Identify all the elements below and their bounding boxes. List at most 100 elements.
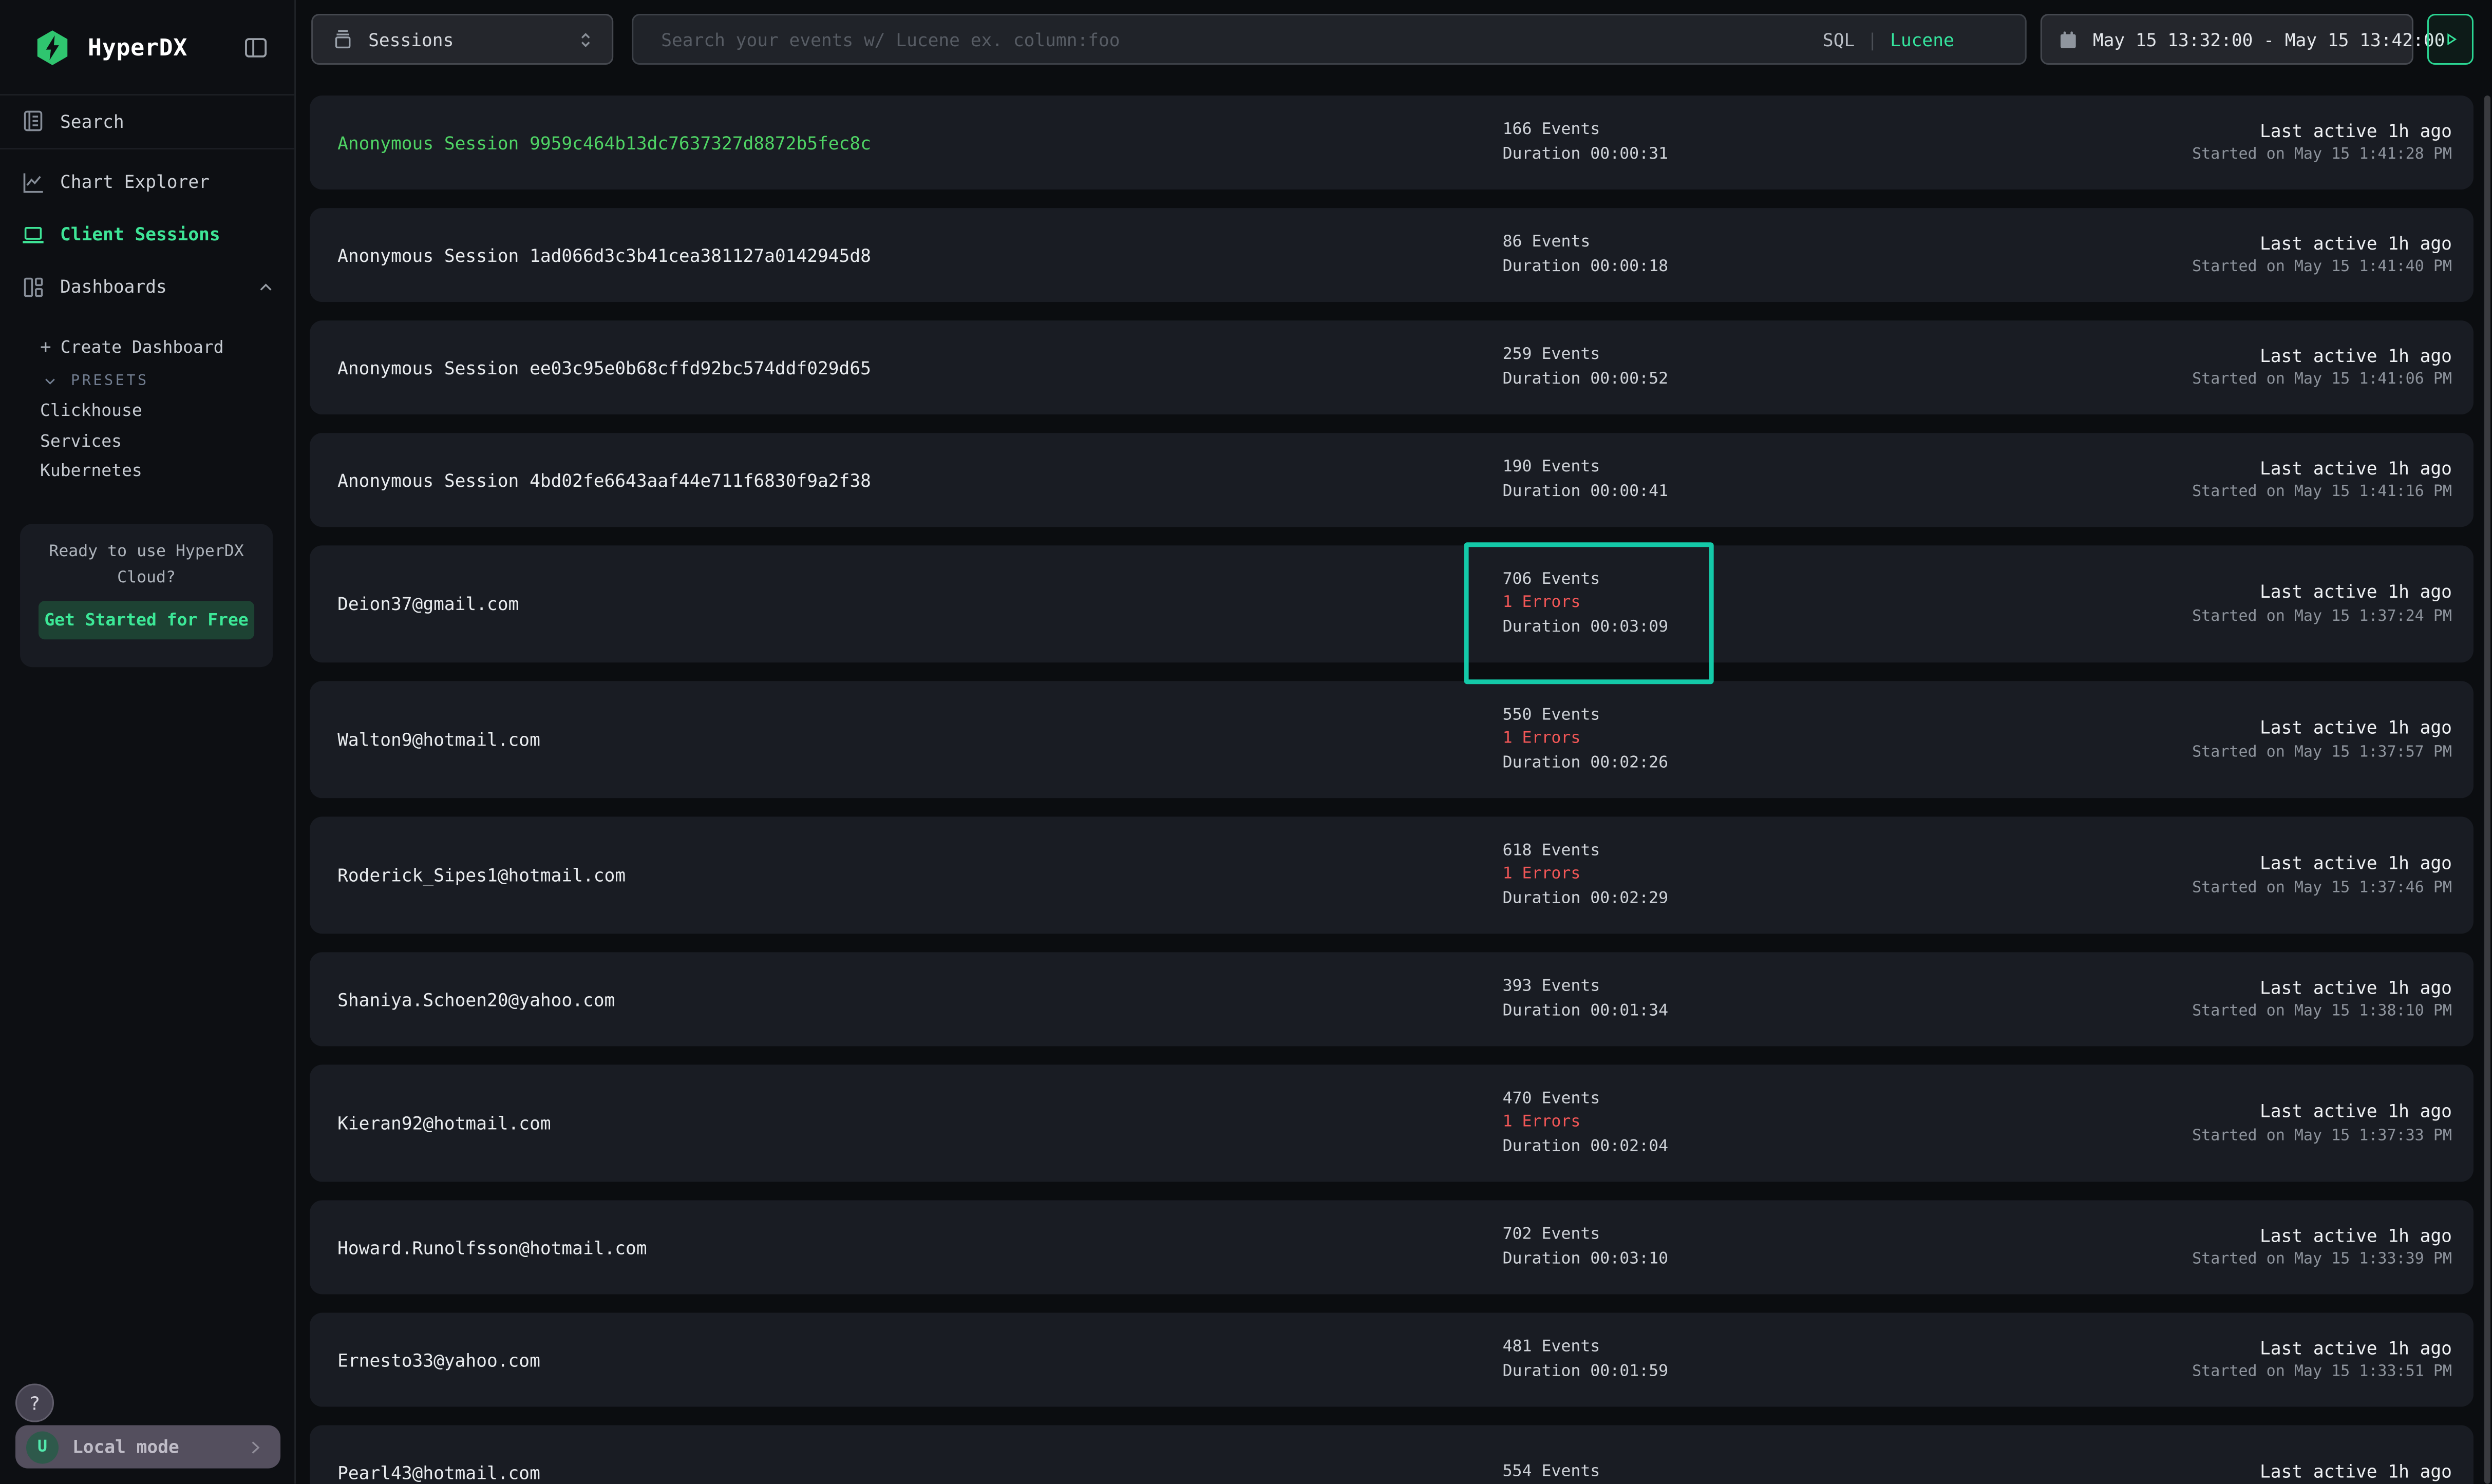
session-card[interactable]: Howard.Runolfsson@hotmail.com 702 Events… [310,1200,2474,1294]
session-card[interactable]: Shaniya.Schoen20@yahoo.com 393 Events Du… [310,952,2474,1046]
session-events: 550 Events [1503,704,2193,728]
preset-item-kubernetes[interactable]: Kubernetes [0,456,294,486]
session-duration: Duration 00:03:10 [1503,1247,2193,1271]
session-stats: 550 Events 1 Errors Duration 00:02:26 [1503,681,2193,798]
lucene-toggle[interactable]: Lucene [1890,29,1954,50]
sidebar-collapse-icon[interactable] [242,33,270,61]
session-stats: 618 Events 1 Errors Duration 00:02:29 [1503,816,2193,934]
session-card[interactable]: Kieran92@hotmail.com 470 Events 1 Errors… [310,1064,2474,1182]
session-list: Anonymous Session 9959c464b13dc7637327d8… [310,96,2474,1484]
presets-toggle[interactable]: PRESETS [0,365,294,396]
chevron-up-icon [256,277,276,297]
session-name: Shaniya.Schoen20@yahoo.com [337,988,1502,1010]
session-times: Last active 1h ago Started on May 15 1:4… [2192,96,2452,189]
session-times: Last active 1h ago Started on May 15 1:4… [2192,433,2452,527]
session-started: Started on May 15 1:41:40 PM [2192,256,2452,279]
nav-group: Chart Explorer Client Sessions [0,153,294,319]
session-last-active: Last active 1h ago [2260,1223,2452,1249]
create-dashboard-button[interactable]: + Create Dashboard [0,331,294,362]
session-events: 554 Events [1503,1460,2260,1484]
session-stats: 393 Events Duration 00:01:34 [1503,952,2193,1046]
session-name: Ernesto33@yahoo.com [337,1349,1502,1371]
hyperdx-logo-icon [32,27,72,67]
session-name: Kieran92@hotmail.com [337,1112,1502,1134]
session-name: Pearl43@hotmail.com [337,1461,1502,1483]
source-select[interactable]: Sessions [311,14,613,65]
preset-item-services[interactable]: Services [0,426,294,456]
preset-item-clickhouse[interactable]: Clickhouse [0,396,294,426]
session-times: Last active 1h ago Started on May 15 1:3… [2192,1200,2452,1294]
get-started-button[interactable]: Get Started for Free [39,601,254,639]
help-button[interactable]: ? [15,1384,54,1422]
session-name: Anonymous Session 4bd02fe6643aaf44e711f6… [337,469,1502,491]
dashboards-subsection: + Create Dashboard PRESETS Clickhouse Se… [0,319,294,486]
session-errors: 1 Errors [1503,1111,2193,1135]
session-duration: Duration 00:00:31 [1503,143,2193,167]
session-card[interactable]: Deion37@gmail.com 706 Events 1 Errors Du… [310,545,2474,662]
sidebar-item-search[interactable]: Search [0,97,294,145]
session-card[interactable]: Anonymous Session 4bd02fe6643aaf44e711f6… [310,433,2474,527]
session-events: 481 Events [1503,1336,2193,1360]
sidebar-item-dashboards[interactable]: Dashboards [0,260,294,313]
logo-row: HyperDX [0,0,294,96]
run-query-button[interactable] [2427,14,2474,65]
session-name: Anonymous Session ee03c95e0b68cffd92bc57… [337,357,1502,378]
date-range-picker[interactable]: May 15 13:32:00 - May 15 13:42:00 [2041,14,2413,65]
sql-toggle[interactable]: SQL [1823,29,1855,50]
hyperdx-app: HyperDX Search [0,0,2492,1484]
sidebar-item-chart-explorer[interactable]: Chart Explorer [0,156,294,208]
session-events: 470 Events [1503,1088,2193,1112]
session-name: Roderick_Sipes1@hotmail.com [337,864,1502,886]
session-events: 702 Events [1503,1223,2193,1247]
session-card[interactable]: Ernesto33@yahoo.com 481 Events Duration … [310,1313,2474,1407]
session-last-active: Last active 1h ago [2260,975,2452,1001]
session-started: Started on May 15 1:41:28 PM [2192,144,2452,167]
play-icon [2440,29,2460,49]
sidebar-item-label: Client Sessions [60,223,220,245]
session-last-active: Last active 1h ago [2260,1099,2452,1125]
session-times: Last active 1h ago Started on May 15 1:3… [2192,1313,2452,1407]
scrollbar[interactable] [2483,96,2490,1484]
chevron-down-icon [42,372,59,389]
sidebar-item-label: Chart Explorer [60,171,210,193]
chevron-updown-icon [575,29,596,50]
calendar-icon [2057,29,2079,50]
search-input[interactable] [658,27,1823,52]
session-card[interactable]: Anonymous Session 1ad066d3c3b41cea381127… [310,208,2474,302]
session-card[interactable]: Anonymous Session ee03c95e0b68cffd92bc57… [310,320,2474,414]
archive-icon [331,28,354,51]
session-name: Walton9@hotmail.com [337,729,1502,750]
session-times: Last active 1h ago Started on May 15 1:4… [2192,320,2452,414]
session-card[interactable]: Pearl43@hotmail.com 554 Events Last acti… [310,1425,2474,1484]
session-card[interactable]: Roderick_Sipes1@hotmail.com 618 Events 1… [310,816,2474,934]
session-card[interactable]: Anonymous Session 9959c464b13dc7637327d8… [310,96,2474,189]
session-last-active: Last active 1h ago [2260,851,2452,877]
cloud-promo-card: Ready to use HyperDX Cloud? Get Started … [20,524,273,667]
session-last-active: Last active 1h ago [2260,1336,2452,1361]
local-mode-button[interactable]: U Local mode [15,1425,280,1469]
session-started: Started on May 15 1:37:46 PM [2192,877,2452,900]
sidebar-nav: Search Chart Explorer [0,97,294,486]
sidebar: HyperDX Search [0,0,296,1484]
preset-label: Kubernetes [40,461,142,481]
session-card[interactable]: Walton9@hotmail.com 550 Events 1 Errors … [310,681,2474,798]
session-stats: 706 Events 1 Errors Duration 00:03:09 [1503,545,2193,662]
user-avatar: U [26,1431,59,1463]
language-divider: | [1867,29,1878,50]
query-language-switch: SQL | Lucene [1823,29,1954,50]
sidebar-item-client-sessions[interactable]: Client Sessions [0,208,294,260]
session-times: Last active 1h ago Started on May 15 1:3… [2192,816,2452,934]
session-last-active: Last active 1h ago [2260,231,2452,256]
source-selected-value: Sessions [368,29,454,50]
session-stats: 702 Events Duration 00:03:10 [1503,1200,2193,1294]
app-title: HyperDX [88,33,187,61]
session-times: Last active 1h ago [2260,1425,2452,1484]
session-times: Last active 1h ago Started on May 15 1:3… [2192,1064,2452,1182]
chevron-right-icon [245,1437,265,1457]
create-dashboard-label: Create Dashboard [61,337,224,357]
session-stats: 481 Events Duration 00:01:59 [1503,1313,2193,1407]
session-started: Started on May 15 1:37:24 PM [2192,605,2452,628]
session-last-active: Last active 1h ago [2260,343,2452,369]
layout-grid-icon [20,274,46,300]
session-started: Started on May 15 1:37:33 PM [2192,1125,2452,1148]
